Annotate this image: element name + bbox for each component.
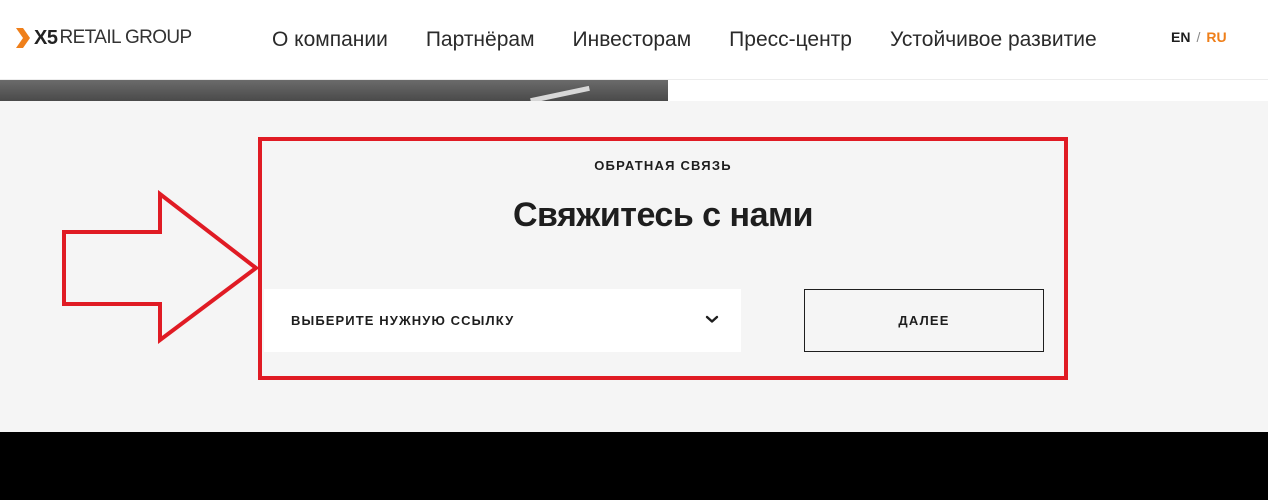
nav-item-about[interactable]: О компании	[272, 27, 388, 53]
road-marking	[530, 85, 590, 101]
main-nav: О компании Партнёрам Инвесторам Пресс-це…	[272, 27, 1135, 53]
site-header: X5 RETAIL GROUP О компании Партнёрам Инв…	[0, 0, 1268, 80]
lang-separator: /	[1196, 29, 1201, 45]
nav-item-press[interactable]: Пресс-центр	[729, 27, 852, 53]
page: X5 RETAIL GROUP О компании Партнёрам Инв…	[0, 0, 1268, 500]
logo-text: RETAIL GROUP	[59, 27, 192, 48]
highlight-box	[258, 137, 1068, 380]
hero-image	[0, 80, 668, 101]
lang-ru-link[interactable]: RU	[1206, 29, 1226, 45]
nav-item-partners[interactable]: Партнёрам	[426, 27, 535, 53]
footer-band	[0, 432, 1268, 500]
x5-logo[interactable]: X5 RETAIL GROUP	[14, 26, 192, 50]
logo-mark: X5	[34, 27, 58, 49]
lang-en-link[interactable]: EN	[1171, 29, 1190, 45]
language-switcher: EN / RU	[1171, 29, 1227, 45]
arrow-right-icon	[62, 190, 260, 344]
nav-item-investors[interactable]: Инвесторам	[573, 27, 692, 53]
logo-chevron-icon	[16, 28, 30, 48]
nav-item-sustainability[interactable]: Устойчивое развитие	[890, 27, 1097, 53]
